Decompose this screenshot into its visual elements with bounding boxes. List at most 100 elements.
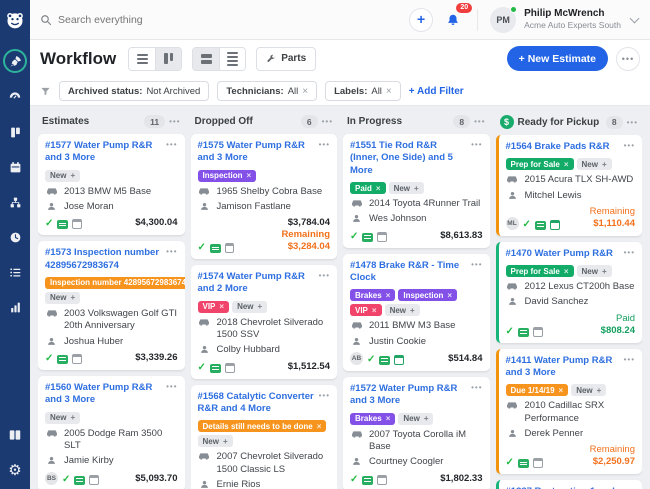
card-menu-button[interactable]: ••• — [471, 260, 482, 285]
card-title-link[interactable]: #1411 Water Pump R&R and 3 More — [506, 355, 620, 380]
quick-add-button[interactable]: + — [409, 7, 434, 32]
column-menu-button[interactable]: ••• — [169, 117, 180, 126]
card-tag[interactable]: VIP × — [350, 304, 382, 317]
card-tag[interactable]: New + — [571, 384, 607, 397]
card-tag[interactable]: New + — [45, 291, 81, 304]
card-title-link[interactable]: #1568 Catalytic Converter R&R and 4 More — [198, 391, 315, 416]
card-title-link[interactable]: #1573 Inspection number 42895672983674 — [45, 247, 162, 272]
card-tag[interactable]: Brakes × — [350, 289, 396, 302]
comfortable-density-button[interactable] — [193, 47, 220, 70]
card-customer: Derek Penner — [506, 428, 636, 440]
bar-chart-icon[interactable] — [4, 296, 26, 318]
close-icon[interactable]: × — [302, 86, 308, 97]
order-card[interactable]: #1560 Water Pump R&R and 3 More ••• New +… — [38, 375, 185, 489]
column-menu-button[interactable]: ••• — [627, 118, 638, 127]
column-menu-button[interactable]: ••• — [474, 117, 485, 126]
card-title-link[interactable]: #1564 Brake Pads R&R — [506, 141, 620, 153]
card-tag[interactable]: New + — [45, 169, 81, 182]
card-menu-button[interactable]: ••• — [166, 382, 177, 407]
chevron-down-icon[interactable] — [629, 13, 640, 23]
order-card[interactable]: #1564 Brake Pads R&R ••• Prep for Sale × N… — [495, 135, 642, 236]
workflow-rocket-icon[interactable] — [3, 49, 27, 73]
order-card[interactable]: #1574 Water Pump R&R and 2 More ••• VIP ×… — [190, 265, 337, 379]
card-title-link[interactable]: #1577 Water Pump R&R and 3 More — [45, 140, 162, 165]
card-footer: ✓ $8,613.83 — [350, 230, 483, 242]
card-price: Paid $808.24 — [601, 313, 635, 337]
card-title-link[interactable]: #1575 Water Pump R&R and 3 More — [198, 140, 315, 165]
org-chart-icon[interactable] — [4, 191, 26, 213]
book-icon[interactable] — [4, 424, 26, 446]
card-menu-button[interactable]: ••• — [624, 141, 635, 153]
order-card[interactable]: #1572 Water Pump R&R and 3 More ••• Brak… — [343, 376, 490, 489]
card-tag[interactable]: New + — [197, 435, 233, 448]
order-card[interactable]: #1470 Water Pump R&R ••• Prep for Sale × N… — [495, 241, 642, 343]
order-card[interactable]: #1568 Catalytic Converter R&R and 4 More… — [190, 384, 337, 489]
order-card[interactable]: #1411 Water Pump R&R and 3 More ••• Due … — [495, 348, 642, 475]
card-tag[interactable]: Inspection × — [398, 289, 458, 302]
card-tag[interactable]: Prep for Sale × — [505, 158, 574, 171]
card-tag[interactable]: Paid × — [350, 182, 386, 195]
card-title-link[interactable]: #1478 Brake R&R - Time Clock — [350, 260, 467, 285]
card-tag[interactable]: VIP × — [197, 300, 230, 313]
search-input[interactable] — [58, 13, 258, 26]
dashboard-icon[interactable] — [4, 86, 26, 108]
card-title-link[interactable]: #1470 Water Pump R&R — [506, 248, 620, 260]
card-menu-button[interactable]: ••• — [624, 248, 635, 260]
clock-icon[interactable] — [4, 226, 26, 248]
order-card[interactable]: #1575 Water Pump R&R and 3 More ••• Insp… — [190, 134, 337, 259]
settings-gear-icon[interactable]: ⚙ — [4, 459, 26, 481]
card-menu-button[interactable]: ••• — [624, 355, 635, 380]
card-menu-button[interactable]: ••• — [166, 140, 177, 165]
card-tag[interactable]: New + — [576, 158, 612, 171]
card-tag[interactable]: New + — [388, 182, 424, 195]
shopmonkey-logo-icon[interactable] — [0, 0, 30, 40]
card-tag[interactable]: New + — [45, 411, 81, 424]
card-tag[interactable]: New + — [232, 300, 268, 313]
card-menu-button[interactable]: ••• — [319, 140, 330, 165]
list-view-button[interactable] — [129, 47, 156, 70]
card-tag[interactable]: Due 1/14/19 × — [505, 384, 569, 397]
close-icon[interactable]: × — [386, 86, 392, 97]
kanban-view-button[interactable] — [155, 47, 182, 70]
filter-chip-technicians[interactable]: Technicians: All × — [217, 81, 318, 101]
card-menu-button[interactable]: ••• — [319, 271, 330, 296]
list-icon[interactable] — [4, 261, 26, 283]
card-menu-button[interactable]: ••• — [471, 140, 482, 177]
parts-button[interactable]: Parts — [256, 46, 317, 71]
card-tag[interactable]: New + — [384, 304, 420, 317]
notifications-button[interactable]: 20 — [441, 2, 473, 32]
user-avatar[interactable]: PM — [490, 5, 518, 33]
add-filter-button[interactable]: + Add Filter — [409, 86, 464, 97]
card-title-link[interactable]: #1572 Water Pump R&R and 3 More — [350, 383, 467, 408]
new-estimate-button[interactable]: + New Estimate — [506, 46, 608, 71]
compact-density-button[interactable] — [219, 47, 246, 70]
order-card[interactable]: #1577 Water Pump R&R and 3 More ••• New +… — [38, 134, 185, 236]
card-tag[interactable]: Prep for Sale × — [505, 265, 574, 278]
order-card[interactable]: #1551 Tie Rod R&R (Inner, One Side) and … — [343, 134, 490, 248]
order-card[interactable]: #1478 Brake R&R - Time Clock ••• Brakes ×… — [343, 253, 490, 371]
card-title-link[interactable]: #1551 Tie Rod R&R (Inner, One Side) and … — [350, 140, 467, 177]
filter-chip-archived-status[interactable]: Archived status: Not Archived — [59, 81, 210, 101]
more-options-button[interactable]: ••• — [616, 46, 640, 71]
workflow-board-icon[interactable] — [4, 121, 26, 143]
order-card[interactable]: #1387 Restoration 1 and 1 More ••• Detai… — [495, 480, 642, 489]
user-meta[interactable]: Philip McWrench Acme Auto Experts South — [524, 8, 621, 30]
card-customer: Wes Johnson — [350, 213, 483, 225]
card-title-link[interactable]: #1560 Water Pump R&R and 3 More — [45, 382, 162, 407]
card-tag[interactable]: New + — [576, 265, 612, 278]
card-menu-button[interactable]: ••• — [319, 391, 330, 416]
column-header: Estimates 11 ••• — [38, 113, 185, 134]
card-tag[interactable]: Details still needs to be done × — [197, 420, 327, 433]
order-card[interactable]: #1573 Inspection number 42895672983674 •… — [38, 241, 185, 370]
card-header: #1470 Water Pump R&R ••• — [506, 248, 636, 260]
card-tag[interactable]: Inspection × — [197, 169, 257, 182]
card-menu-button[interactable]: ••• — [471, 383, 482, 408]
card-tag[interactable]: Brakes × — [350, 412, 396, 425]
card-tag[interactable]: New + — [398, 412, 434, 425]
calendar-icon[interactable] — [4, 156, 26, 178]
card-title-link[interactable]: #1574 Water Pump R&R and 2 More — [198, 271, 315, 296]
column-menu-button[interactable]: ••• — [322, 117, 333, 126]
filter-chip-labels[interactable]: Labels: All × — [325, 81, 401, 101]
card-tag[interactable]: Inspection number 42895672983674× — [45, 276, 185, 289]
card-menu-button[interactable]: ••• — [166, 247, 177, 272]
